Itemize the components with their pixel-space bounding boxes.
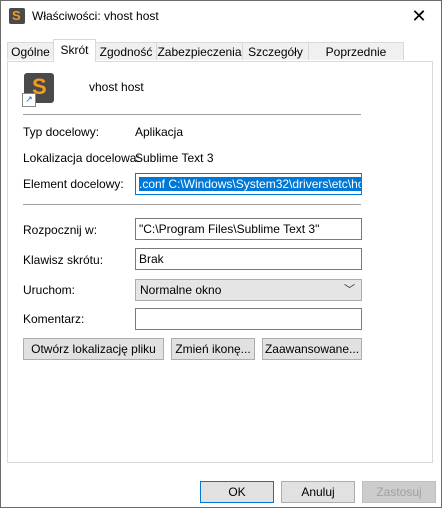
shortcut-arrow-icon: ↗ bbox=[22, 93, 36, 107]
cancel-button[interactable]: Anuluj bbox=[281, 481, 355, 503]
tab-details[interactable]: Szczegóły bbox=[242, 42, 309, 60]
run-select-value: Normalne okno bbox=[140, 283, 222, 297]
tab-previous-versions[interactable]: Poprzednie wersje bbox=[308, 42, 404, 77]
target-input[interactable]: .conf C:\Windows\System32\drivers\etc\ho… bbox=[135, 173, 362, 195]
target-label: Element docelowy: bbox=[23, 177, 124, 191]
tab-strip: Ogólne Skrót Zgodność Zabezpieczenia Szc… bbox=[1, 39, 441, 77]
target-value-selection: .conf C:\Windows\System32\drivers\etc\ho… bbox=[139, 177, 361, 191]
shortcut-key-label: Klawisz skrótu: bbox=[23, 253, 104, 267]
close-icon[interactable]: ✕ bbox=[397, 1, 441, 31]
comment-input[interactable] bbox=[135, 308, 362, 330]
target-type-label: Typ docelowy: bbox=[23, 125, 100, 139]
target-location-value: Sublime Text 3 bbox=[135, 151, 214, 165]
target-location-label: Lokalizacja docelowa: bbox=[23, 151, 140, 165]
properties-dialog: S Właściwości: vhost host ✕ Ogólne Skrót… bbox=[0, 0, 442, 508]
tab-compatibility[interactable]: Zgodność bbox=[95, 42, 157, 60]
comment-label: Komentarz: bbox=[23, 312, 85, 326]
window-title: Właściwości: vhost host bbox=[32, 9, 159, 23]
shortcut-key-input[interactable]: Brak bbox=[135, 248, 362, 270]
target-type-value: Aplikacja bbox=[135, 125, 184, 139]
title-bar[interactable]: S Właściwości: vhost host ✕ bbox=[1, 1, 441, 31]
sublime-text-shortcut-icon: S ↗ bbox=[22, 73, 54, 107]
run-select[interactable]: Normalne okno ﹀ bbox=[135, 279, 362, 301]
tab-shortcut[interactable]: Skrót bbox=[53, 39, 96, 62]
tab-general[interactable]: Ogólne bbox=[7, 42, 54, 60]
start-in-label: Rozpocznij w: bbox=[23, 223, 98, 237]
sublime-app-icon: S bbox=[9, 8, 25, 24]
advanced-button[interactable]: Zaawansowane... bbox=[262, 338, 362, 360]
ok-button[interactable]: OK bbox=[200, 481, 274, 503]
run-label: Uruchom: bbox=[23, 283, 76, 297]
tab-security[interactable]: Zabezpieczenia bbox=[156, 42, 243, 60]
chevron-down-icon: ﹀ bbox=[344, 284, 355, 296]
shortcut-name: vhost host bbox=[89, 80, 144, 94]
open-file-location-button[interactable]: Otwórz lokalizację pliku bbox=[23, 338, 164, 360]
start-in-input[interactable]: "C:\Program Files\Sublime Text 3" bbox=[135, 218, 362, 240]
separator bbox=[23, 114, 361, 115]
apply-button[interactable]: Zastosuj bbox=[362, 481, 436, 503]
change-icon-button[interactable]: Zmień ikonę... bbox=[171, 338, 255, 360]
separator bbox=[23, 204, 361, 205]
